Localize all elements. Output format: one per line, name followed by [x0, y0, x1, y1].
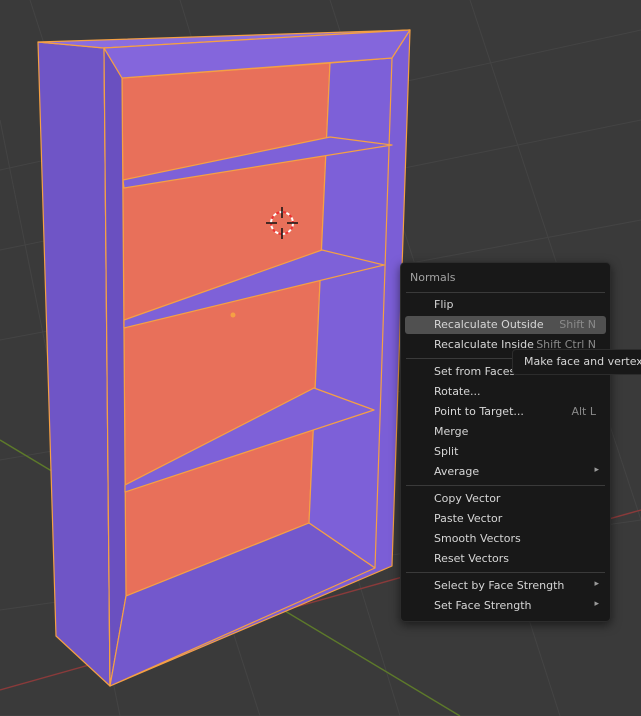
submenu-arrow-icon: ▸	[594, 579, 599, 589]
submenu-arrow-icon: ▸	[594, 465, 599, 475]
menu-item-average[interactable]: Average ▸	[405, 463, 606, 481]
menu-item-label: Copy Vector	[434, 492, 501, 505]
menu-item-reset-vectors[interactable]: Reset Vectors	[405, 550, 606, 568]
menu-item-label: Average	[434, 465, 480, 478]
menu-item-label: Point to Target...	[434, 405, 524, 418]
menu-item-split[interactable]: Split	[405, 443, 606, 461]
tooltip-text: Make face and vertex normals point outsi…	[524, 355, 641, 368]
menu-item-recalculate-outside[interactable]: Recalculate Outside Shift N	[405, 316, 606, 334]
menu-item-point-to-target[interactable]: Point to Target... Alt L	[405, 403, 606, 421]
menu-item-label: Set Face Strength	[434, 599, 532, 612]
menu-item-label: Select by Face Strength	[434, 579, 565, 592]
menu-item-smooth-vectors[interactable]: Smooth Vectors	[405, 530, 606, 548]
menu-item-label: Rotate...	[434, 385, 481, 398]
menu-item-label: Recalculate Outside	[434, 318, 544, 331]
menu-item-label: Flip	[434, 298, 454, 311]
menu-item-shortcut: Alt L	[571, 405, 596, 418]
origin-dot	[230, 312, 236, 318]
menu-item-copy-vector[interactable]: Copy Vector	[405, 490, 606, 508]
menu-item-label: Split	[434, 445, 459, 458]
menu-title: Normals	[410, 271, 456, 284]
menu-item-label: Merge	[434, 425, 469, 438]
menu-item-label: Set from Faces	[434, 365, 516, 378]
menu-item-label: Paste Vector	[434, 512, 503, 525]
menu-item-set-face-strength[interactable]: Set Face Strength ▸	[405, 597, 606, 615]
menu-item-flip[interactable]: Flip	[405, 296, 606, 314]
menu-item-select-by-face-strength[interactable]: Select by Face Strength ▸	[405, 577, 606, 595]
menu-item-rotate[interactable]: Rotate...	[405, 383, 606, 401]
bookshelf-mesh[interactable]	[37, 29, 411, 687]
menu-item-paste-vector[interactable]: Paste Vector	[405, 510, 606, 528]
menu-item-label: Reset Vectors	[434, 552, 510, 565]
shelf-side-outer	[37, 41, 111, 687]
menu-separator	[406, 572, 605, 573]
menu-item-merge[interactable]: Merge	[405, 423, 606, 441]
menu-item-label: Smooth Vectors	[434, 532, 521, 545]
submenu-arrow-icon: ▸	[594, 599, 599, 609]
menu-item-shortcut: Shift N	[559, 318, 596, 331]
menu-separator	[406, 485, 605, 486]
tooltip: Make face and vertex normals point outsi…	[512, 349, 641, 375]
menu-separator	[406, 292, 605, 293]
normals-menu: Normals Flip Recalculate Outside Shift N…	[400, 262, 611, 622]
